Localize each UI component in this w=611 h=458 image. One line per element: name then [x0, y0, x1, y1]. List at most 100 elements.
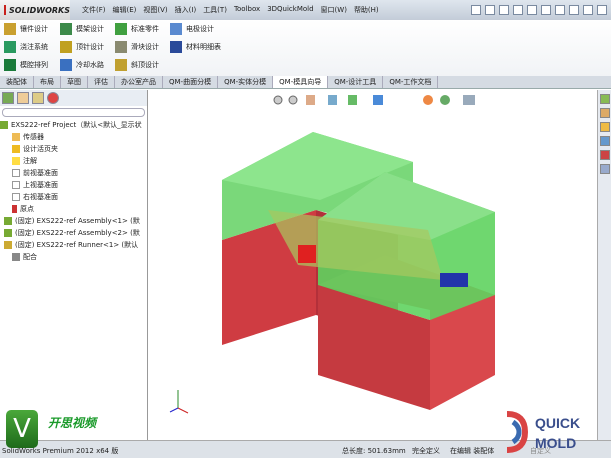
config-icon[interactable] — [32, 92, 44, 104]
tree-item[interactable]: 原点 — [0, 203, 147, 215]
tab-qm-tools[interactable]: QM-设计工具 — [328, 76, 384, 88]
insert-icon — [4, 23, 16, 35]
table-icon — [170, 41, 182, 53]
title-bar: SOLIDWORKS 文件(F) 编辑(E) 视图(V) 插入(I) 工具(T)… — [0, 0, 611, 20]
axis-z — [169, 407, 179, 413]
filter-input[interactable] — [2, 108, 145, 117]
origin-icon — [12, 205, 17, 213]
runner-icon — [4, 41, 16, 53]
sensor-icon — [12, 133, 20, 141]
menu-tools[interactable]: 工具(T) — [203, 5, 227, 15]
tab-evaluate[interactable]: 评估 — [88, 76, 115, 88]
feature-manager: EXS222-ref Project（默认<默认_显示状 传感器 设计活页夹 注… — [0, 90, 148, 440]
part-icon — [4, 241, 12, 249]
plane-icon — [12, 181, 20, 189]
custom-props-icon[interactable] — [600, 164, 610, 174]
task-pane — [597, 90, 611, 440]
tree-item[interactable]: 设计活页夹 — [0, 143, 147, 155]
electrode-design-button[interactable]: 电极设计 — [170, 23, 214, 35]
lifter-design-button[interactable]: 斜顶设计 — [115, 59, 159, 71]
command-tabs: 装配体 布局 草图 评估 办公室产品 QM-曲面分模 QM-实体分模 QM-模具… — [0, 76, 611, 89]
tab-qm-surface[interactable]: QM-曲面分模 — [163, 76, 219, 88]
annotation-icon — [12, 157, 20, 165]
tree-item[interactable]: 前视基准面 — [0, 167, 147, 179]
tab-qm-docs[interactable]: QM-工作文档 — [383, 76, 439, 88]
tab-qm-solid[interactable]: QM-实体分模 — [218, 76, 274, 88]
tab-sketch[interactable]: 草图 — [61, 76, 88, 88]
watermark-text: 开思视频 — [48, 416, 97, 430]
menu-bar: 文件(F) 编辑(E) 视图(V) 插入(I) 工具(T) Toolbox 3D… — [82, 5, 379, 15]
cooling-button[interactable]: 冷却水路 — [60, 59, 104, 71]
tree-item[interactable]: 配合 — [0, 251, 147, 263]
svg-text:QUICK: QUICK — [535, 415, 580, 431]
mold-model — [169, 95, 495, 414]
explorer-icon[interactable] — [600, 122, 610, 132]
tree-item[interactable]: (固定) EXS222-ref Runner<1> (默认 — [0, 239, 147, 251]
solidworks-logo: SOLIDWORKS — [0, 0, 70, 20]
tab-assembly[interactable]: 装配体 — [0, 76, 34, 88]
save-icon[interactable] — [499, 5, 509, 15]
ejector-design-button[interactable]: 顶针设计 — [60, 41, 104, 53]
menu-file[interactable]: 文件(F) — [82, 5, 106, 15]
tab-layout[interactable]: 布局 — [34, 76, 61, 88]
view-palette-icon[interactable] — [600, 136, 610, 146]
resources-icon[interactable] — [600, 94, 610, 104]
rebuild-icon[interactable] — [555, 5, 565, 15]
property-icon[interactable] — [17, 92, 29, 104]
slider-design-button[interactable]: 滑块设计 — [115, 41, 159, 53]
binder-icon — [12, 145, 20, 153]
moldbase-icon — [60, 23, 72, 35]
tree-item[interactable]: 注解 — [0, 155, 147, 167]
new-icon[interactable] — [471, 5, 481, 15]
plane-icon — [12, 169, 20, 177]
insert-design-button[interactable]: 镶件设计 — [4, 23, 48, 35]
close-icon[interactable] — [597, 5, 607, 15]
slider-icon — [115, 41, 127, 53]
mate-icon — [12, 253, 20, 261]
ejector-icon — [60, 41, 72, 53]
tab-qm-mold-wizard[interactable]: QM-模具向导 — [273, 76, 329, 88]
moldbase-design-button[interactable]: 模架设计 — [60, 23, 104, 35]
assembly-icon — [0, 121, 8, 129]
quickmold-logo: QUICK MOLD — [506, 411, 580, 453]
assembly-icon — [4, 217, 12, 225]
menu-edit[interactable]: 编辑(E) — [113, 5, 137, 15]
assembly-icon — [4, 229, 12, 237]
tree-item[interactable]: 传感器 — [0, 131, 147, 143]
help-icon[interactable] — [569, 5, 579, 15]
print-icon[interactable] — [513, 5, 523, 15]
menu-toolbox[interactable]: Toolbox — [234, 5, 260, 15]
tab-office[interactable]: 办公室产品 — [115, 76, 163, 88]
display-icon[interactable] — [47, 92, 59, 104]
axis-x — [177, 407, 189, 414]
tree-item[interactable]: 上视基准面 — [0, 179, 147, 191]
select-icon[interactable] — [541, 5, 551, 15]
watermark-v-logo: V — [6, 410, 38, 448]
feature-tree-icon[interactable] — [2, 92, 14, 104]
minimize-icon[interactable] — [583, 5, 593, 15]
menu-insert[interactable]: 插入(I) — [175, 5, 197, 15]
view-toolbar[interactable] — [273, 95, 475, 105]
cavity-icon — [4, 59, 16, 71]
undo-icon[interactable] — [527, 5, 537, 15]
standard-parts-button[interactable]: 标准零件 — [115, 23, 159, 35]
tree-item[interactable]: (固定) EXS222-ref Assembly<2> (默 — [0, 227, 147, 239]
tree-item[interactable]: 右视基准面 — [0, 191, 147, 203]
electrode-icon — [170, 23, 182, 35]
open-icon[interactable] — [485, 5, 495, 15]
tree-root[interactable]: EXS222-ref Project（默认<默认_显示状 — [0, 119, 147, 131]
lifter-icon — [115, 59, 127, 71]
runner-system-button[interactable]: 浇注系统 — [4, 41, 48, 53]
menu-view[interactable]: 视图(V) — [143, 5, 167, 15]
feature-tree: EXS222-ref Project（默认<默认_显示状 传感器 设计活页夹 注… — [0, 119, 147, 263]
menu-3dquickmold[interactable]: 3DQuickMold — [267, 5, 313, 15]
tree-item[interactable]: (固定) EXS222-ref Assembly<1> (默 — [0, 215, 147, 227]
ribbon: 镶件设计 模架设计 标准零件 电极设计 浇注系统 顶针设计 滑块设计 材料明细表… — [0, 20, 611, 76]
appearance-icon[interactable] — [600, 150, 610, 160]
bom-button[interactable]: 材料明细表 — [170, 41, 221, 53]
graphics-area[interactable] — [148, 90, 597, 440]
menu-help[interactable]: 帮助(H) — [354, 5, 379, 15]
library-icon[interactable] — [600, 108, 610, 118]
menu-window[interactable]: 窗口(W) — [321, 5, 347, 15]
cavity-layout-button[interactable]: 模腔排列 — [4, 59, 48, 71]
